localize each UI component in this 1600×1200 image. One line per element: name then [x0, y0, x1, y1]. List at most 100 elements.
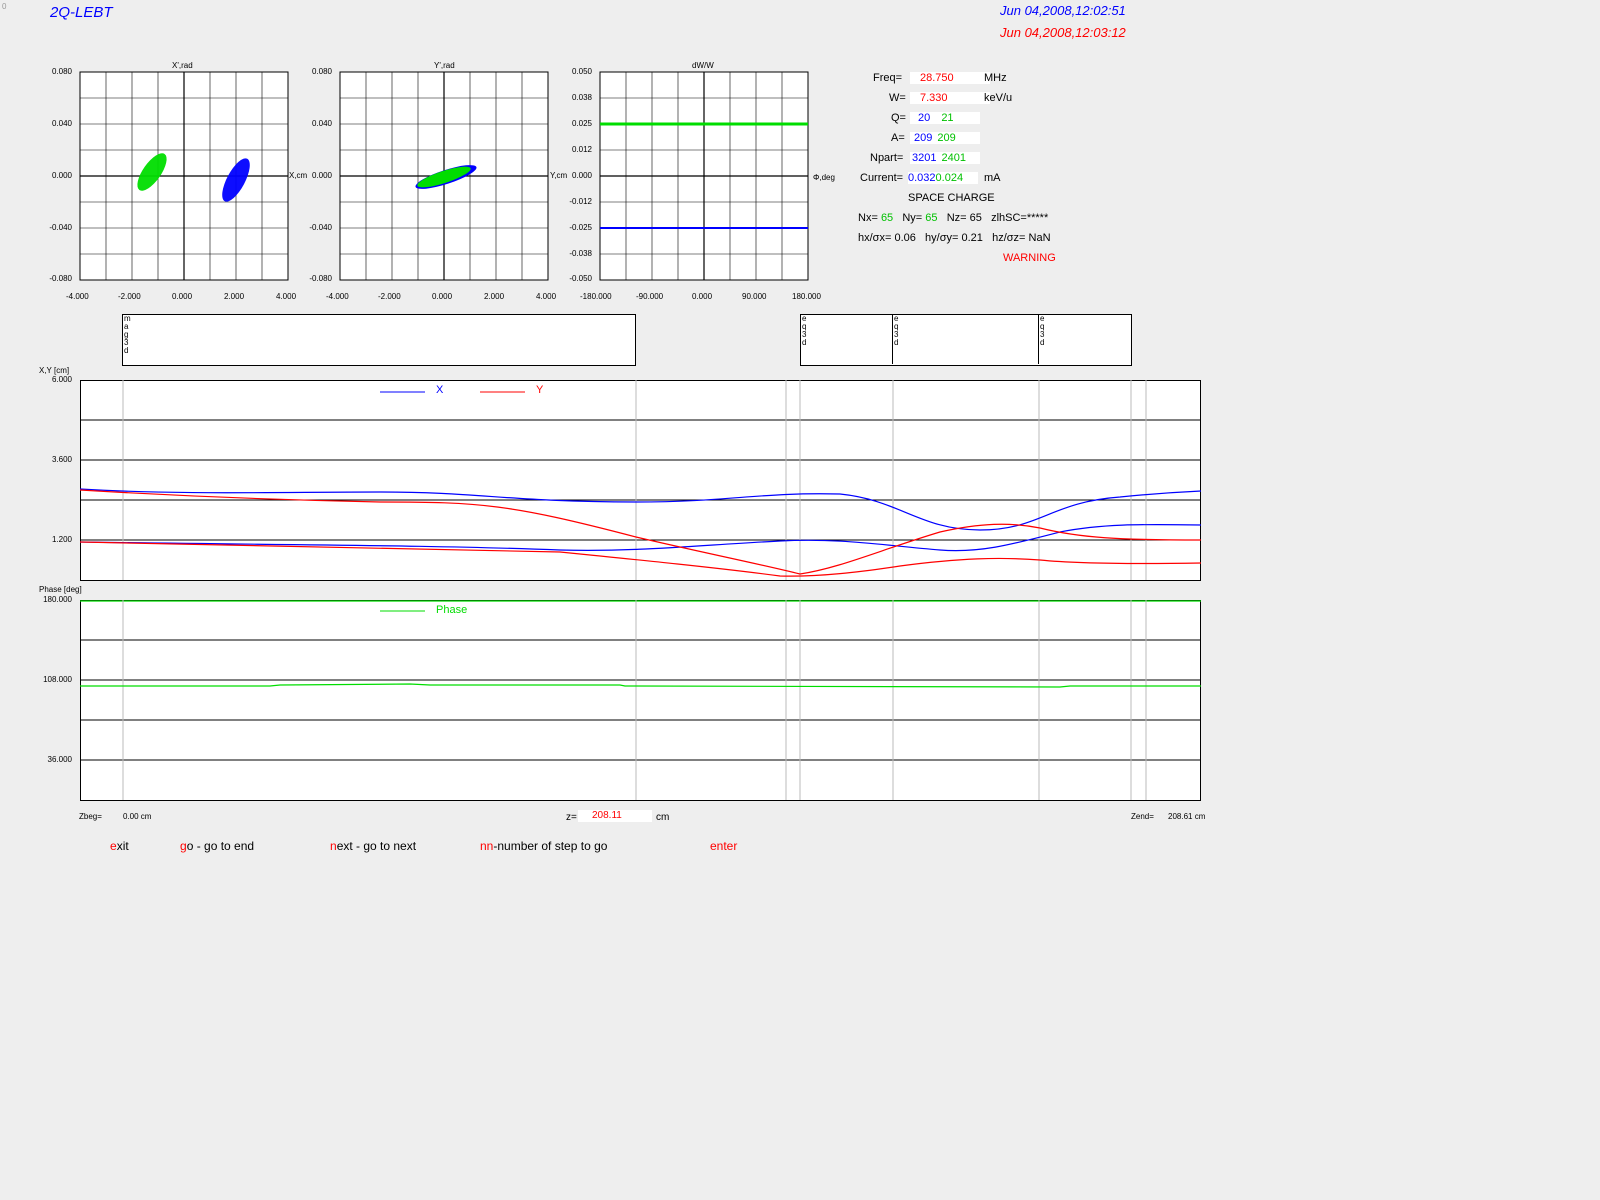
freq-unit: MHz [984, 72, 1007, 84]
warning-label: WARNING [1003, 252, 1056, 264]
freq-value: 28.750 [910, 72, 990, 84]
hz-label: hz/σz= [992, 232, 1026, 244]
a-box: 209 209 [910, 132, 980, 144]
y-plot-xtick: 0.000 [432, 292, 453, 301]
phase-ytick: 108.000 [43, 675, 72, 684]
exit-hotkey: e [110, 839, 117, 853]
x-plot-ytick: 0.080 [51, 67, 72, 76]
y-plot-ytick: -0.040 [309, 223, 332, 232]
mag-element-label: m a g 3 d [124, 314, 131, 355]
nn-hotkey: nn [480, 839, 494, 853]
npart-box: 3201 2401 [910, 152, 980, 164]
y-phase-plot [339, 71, 549, 281]
next-text: ext - go to next [336, 839, 417, 853]
hx-value: 0.06 [894, 232, 916, 244]
legend-y-label: Y [536, 384, 544, 396]
step-row: hx/σx= 0.06 hy/σy= 0.21 hz/σz= NaN [858, 232, 1051, 244]
go-command[interactable]: go - go to end [180, 839, 254, 853]
eq-element-label: e q 3 d [802, 314, 807, 347]
a-value-2: 209 [937, 132, 956, 144]
w-phase-plot [599, 71, 809, 281]
eq-element-label: e q 3 d [1040, 314, 1045, 347]
next-hotkey: n [330, 839, 337, 853]
enter-hotkey: enter [710, 839, 738, 853]
nx-value: 65 [880, 212, 894, 224]
q-box: 20 21 [910, 112, 980, 124]
zbeg-value: 0.00 cm [123, 812, 152, 821]
app-title: 2Q-LEBT [50, 4, 113, 21]
nx-label: Nx= [858, 212, 878, 224]
hy-value: 0.21 [961, 232, 983, 244]
w-plot-xtick: -90.000 [636, 292, 664, 301]
space-charge-label: SPACE CHARGE [908, 192, 995, 204]
w-plot-side-label: Φ,deg [813, 173, 835, 182]
phase-ytick: 36.000 [47, 755, 72, 764]
enter-command[interactable]: enter [710, 839, 737, 853]
q-label: Q= [891, 112, 906, 124]
hx-label: hx/σx= [858, 232, 892, 244]
eq-element-box [800, 314, 1132, 366]
w-plot-xtick: 0.000 [692, 292, 713, 301]
nn-command[interactable]: nn-number of step to go [480, 839, 607, 853]
current-value-1: 0.032 [908, 172, 936, 184]
npart-value-2: 2401 [941, 152, 967, 164]
zbeg-label: Zbeg= [79, 812, 102, 821]
current-box: 0.0320.024 [908, 172, 978, 184]
current-label: Current= [860, 172, 904, 184]
go-text: o - go to end [186, 839, 255, 853]
exit-command[interactable]: exit [110, 839, 129, 853]
q-value-2: 21 [941, 112, 954, 124]
envelope-plot [80, 380, 1202, 581]
y-plot-title: Y',rad [434, 61, 455, 70]
y-plot-xtick: -4.000 [326, 292, 349, 301]
a-label: A= [891, 132, 905, 144]
w-plot-xtick: -180.000 [580, 292, 612, 301]
envelope-ytick: 1.200 [51, 535, 72, 544]
phase-space-plots [79, 71, 809, 281]
ny-value: 65 [925, 212, 938, 224]
phase-plot [80, 600, 1201, 801]
envelope-ylabel: X,Y [cm] [39, 366, 70, 375]
zlhsc-value: zlhSC=***** [991, 212, 1049, 224]
w-plot-ytick: -0.038 [569, 249, 592, 258]
x-plot-xtick: 0.000 [172, 292, 193, 301]
w-plot-xtick: 90.000 [742, 292, 767, 301]
legend-phase-label: Phase [436, 604, 468, 616]
w-plot-ytick: 0.038 [571, 93, 592, 102]
w-unit: keV/u [984, 92, 1013, 104]
x-plot-title: X',rad [172, 61, 193, 70]
x-plot-xtick: -2.000 [118, 292, 141, 301]
nn-text: -number of step to go [493, 839, 608, 853]
w-value: 7.330 [910, 92, 990, 104]
x-plot-xtick: 4.000 [276, 292, 297, 301]
mesh-row: Nx= 65 Ny= 65 Nz= 65 zlhSC=***** [858, 212, 1048, 224]
w-plot-ytick: 0.000 [571, 171, 592, 180]
z-label: z= [566, 812, 577, 823]
y-plot-ytick: 0.080 [311, 67, 332, 76]
envelope-ytick: 6.000 [51, 375, 72, 384]
w-plot-ytick: 0.050 [571, 67, 592, 76]
y-plot-xtick: 2.000 [484, 292, 505, 301]
next-command[interactable]: next - go to next [330, 839, 416, 853]
eq-element-label: e q 3 d [894, 314, 899, 347]
hz-value: NaN [1028, 232, 1051, 244]
w-plot-ytick: -0.025 [569, 223, 592, 232]
x-plot-ytick: 0.000 [51, 171, 72, 180]
y-plot-ytick: -0.080 [309, 274, 332, 283]
npart-value-1: 3201 [912, 152, 937, 164]
hy-label: hy/σy= [925, 232, 959, 244]
w-plot-ytick: -0.050 [569, 274, 592, 283]
mag-element-box [122, 314, 636, 366]
x-phase-plot [79, 71, 289, 281]
zend-value: 208.61 cm [1168, 812, 1206, 821]
nz-value: Nz= 65 [946, 212, 982, 224]
eq-divider [1038, 314, 1039, 364]
x-plot-xtick: -4.000 [66, 292, 89, 301]
y-plot-xtick: 4.000 [536, 292, 557, 301]
current-value-2: 0.024 [935, 172, 964, 184]
q-value-1: 20 [918, 112, 931, 124]
y-plot-xtick: -2.000 [378, 292, 401, 301]
y-plot-ytick: 0.040 [311, 119, 332, 128]
a-value-1: 209 [914, 132, 933, 144]
x-plot-ytick: -0.080 [49, 274, 72, 283]
